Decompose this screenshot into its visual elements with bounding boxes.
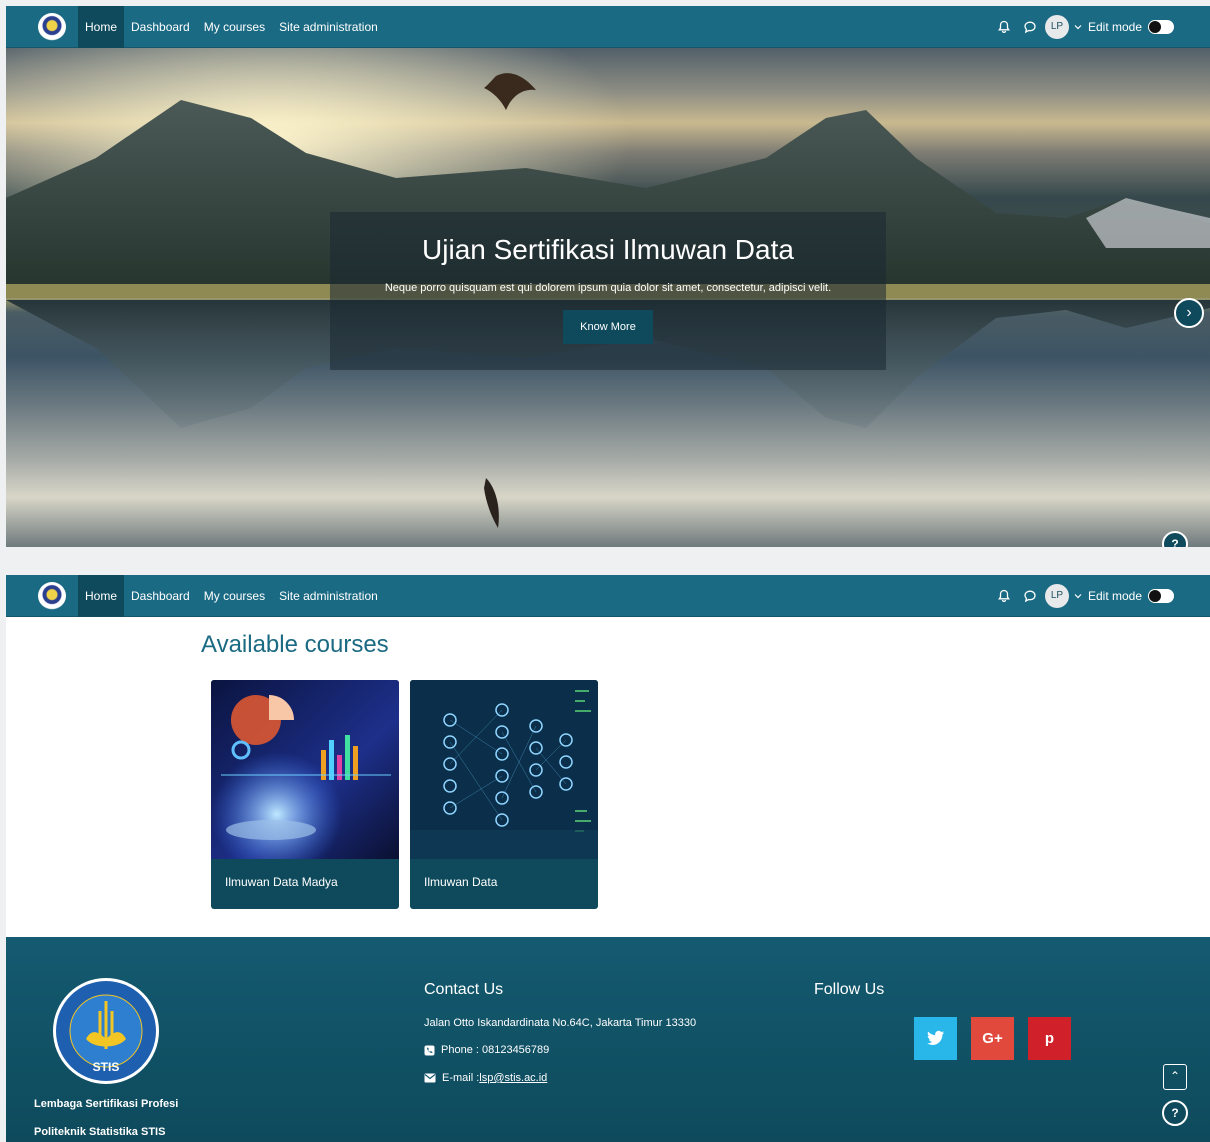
question-icon: ? — [1171, 537, 1179, 547]
site-logo-icon[interactable] — [38, 12, 66, 41]
edit-mode-label: Edit mode — [1087, 588, 1142, 603]
pinterest-icon: p — [1044, 1030, 1055, 1047]
page-title: Available courses — [201, 631, 389, 658]
course-image — [410, 680, 598, 859]
chat-icon[interactable] — [1023, 589, 1037, 603]
nav-site-administration[interactable]: Site administration — [272, 575, 385, 617]
top-navbar: Home Dashboard My courses Site administr… — [6, 5, 1210, 48]
nav-home[interactable]: Home — [78, 574, 125, 617]
help-button-footer[interactable]: ? — [1162, 1100, 1188, 1126]
org-name-line2: Politeknik Statistika STIS — [34, 1126, 166, 1138]
twitter-button[interactable] — [914, 1017, 957, 1060]
email-prefix: E-mail : — [442, 1072, 480, 1084]
email-line: E-mail : lsp@stis.ac.id — [424, 1072, 547, 1084]
site-footer: STIS Lembaga Sertifikasi Profesi Politek… — [6, 937, 1210, 1142]
course-name[interactable]: Ilmuwan Data — [410, 859, 598, 905]
edit-mode-toggle[interactable] — [1148, 19, 1174, 34]
back-to-top-button[interactable]: ⌃ — [1163, 1064, 1187, 1090]
avatar[interactable]: LP — [1044, 14, 1069, 39]
avatar[interactable]: LP — [1044, 583, 1069, 608]
nav-dashboard[interactable]: Dashboard — [124, 6, 197, 48]
seal-label: STIS — [93, 1060, 120, 1074]
carousel-next-button[interactable]: › — [1174, 298, 1204, 328]
course-card[interactable]: Ilmuwan Data Madya — [211, 680, 399, 909]
chevron-down-icon[interactable] — [1074, 592, 1082, 600]
available-courses-section: Available courses Ilmuwan Data Madya Ilm… — [6, 617, 1210, 937]
stis-seal-logo: STIS — [53, 978, 159, 1084]
hero-title: Ujian Sertifikasi Ilmuwan Data — [422, 234, 794, 265]
contact-heading: Contact Us — [424, 981, 504, 998]
nav-my-courses[interactable]: My courses — [197, 6, 272, 48]
address-text: Jalan Otto Iskandardinata No.64C, Jakart… — [424, 1017, 697, 1029]
page-navbar: Home Dashboard My courses Site administr… — [6, 574, 1210, 617]
question-icon: ? — [1171, 1106, 1179, 1120]
chevron-right-icon: › — [1186, 304, 1192, 321]
chat-icon[interactable] — [1023, 20, 1037, 34]
nav-site-administration[interactable]: Site administration — [272, 6, 385, 48]
nav-home[interactable]: Home — [78, 5, 125, 48]
hero-carousel: Ujian Sertifikasi Ilmuwan Data Neque por… — [6, 48, 1210, 547]
user-menu-area: LP Edit mode — [997, 14, 1174, 39]
nav-dashboard[interactable]: Dashboard — [124, 575, 197, 617]
know-more-button[interactable]: Know More — [563, 310, 653, 344]
hero-text: Neque porro quisquam est qui dolorem ips… — [384, 282, 832, 294]
hero-caption: Ujian Sertifikasi Ilmuwan Data Neque por… — [330, 212, 886, 370]
course-name[interactable]: Ilmuwan Data Madya — [211, 859, 399, 905]
chevron-down-icon[interactable] — [1074, 23, 1082, 31]
phone-icon — [424, 1045, 435, 1055]
follow-heading: Follow Us — [814, 981, 885, 998]
org-name-line1: Lembaga Sertifikasi Profesi — [34, 1098, 179, 1110]
site-logo-icon[interactable] — [38, 581, 66, 610]
nav-my-courses[interactable]: My courses — [197, 575, 272, 617]
envelope-icon — [424, 1073, 436, 1083]
twitter-icon — [926, 1030, 944, 1045]
chevron-up-icon: ⌃ — [1169, 1069, 1181, 1083]
edit-mode-label: Edit mode — [1087, 19, 1142, 34]
google-plus-button[interactable]: G+ — [971, 1017, 1014, 1060]
course-image — [211, 680, 399, 859]
pinterest-button[interactable]: p — [1028, 1017, 1071, 1060]
phone-text: Phone : 08123456789 — [441, 1044, 550, 1056]
user-menu-area: LP Edit mode — [997, 583, 1174, 608]
bell-icon[interactable] — [997, 589, 1011, 603]
course-card[interactable]: Ilmuwan Data — [410, 680, 598, 909]
bell-icon[interactable] — [997, 20, 1011, 34]
google-plus-icon: G+ — [982, 1030, 1003, 1047]
email-link[interactable]: lsp@stis.ac.id — [479, 1072, 547, 1084]
phone-line: Phone : 08123456789 — [424, 1044, 549, 1056]
edit-mode-toggle[interactable] — [1148, 588, 1174, 603]
